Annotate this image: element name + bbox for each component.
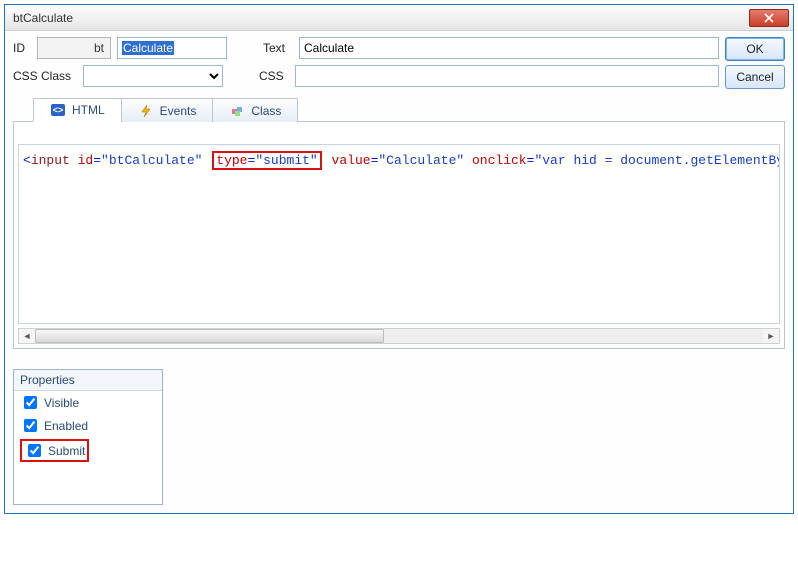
- tab-class[interactable]: Class: [212, 98, 298, 122]
- cssclass-select[interactable]: [83, 65, 223, 87]
- highlight-submit-property: Submit: [20, 439, 89, 462]
- submit-checkbox[interactable]: [28, 444, 41, 457]
- id-input-value: Calculate: [122, 41, 174, 55]
- css-label: CSS: [259, 69, 289, 83]
- properties-panel: Properties Visible Enabled Submit: [13, 369, 163, 505]
- code-area[interactable]: <input id="btCalculate" type="submit" va…: [18, 144, 780, 324]
- scroll-thumb[interactable]: [35, 329, 384, 343]
- property-visible: Visible: [14, 391, 162, 414]
- enabled-checkbox[interactable]: [24, 419, 37, 432]
- ok-button[interactable]: OK: [725, 37, 785, 61]
- lightning-icon: [138, 103, 154, 119]
- dialog: btCalculate ID bt Calculate Text CSS Cla: [4, 4, 794, 514]
- scroll-right-arrow[interactable]: ►: [763, 329, 779, 343]
- dialog-action-buttons: OK Cancel: [725, 37, 785, 89]
- class-icon: [229, 103, 245, 119]
- tab-class-label: Class: [251, 104, 281, 118]
- tab-content: <input id="btCalculate" type="submit" va…: [13, 122, 785, 349]
- id-label: ID: [13, 41, 31, 55]
- text-label: Text: [263, 41, 293, 55]
- window-title: btCalculate: [13, 11, 749, 25]
- tab-html[interactable]: <> HTML: [33, 98, 122, 122]
- property-enabled: Enabled: [14, 414, 162, 437]
- property-submit: Submit: [14, 437, 162, 464]
- tab-events-label: Events: [160, 104, 197, 118]
- properties-title: Properties: [14, 370, 162, 391]
- horizontal-scrollbar[interactable]: ◄ ►: [18, 328, 780, 344]
- code-line: <input id="btCalculate" type="submit" va…: [23, 153, 780, 168]
- scroll-track[interactable]: [35, 329, 763, 343]
- visible-checkbox[interactable]: [24, 396, 37, 409]
- close-button[interactable]: [749, 9, 789, 27]
- tab-html-label: HTML: [72, 103, 105, 117]
- titlebar: btCalculate: [5, 5, 793, 31]
- enabled-label: Enabled: [44, 419, 88, 433]
- submit-label: Submit: [48, 444, 85, 458]
- id-prefix-box: bt: [37, 37, 111, 59]
- dialog-body: ID bt Calculate Text CSS Class CSS: [5, 31, 793, 513]
- id-prefix-value: bt: [94, 41, 104, 55]
- tabs: <> HTML Events Class: [13, 97, 785, 122]
- highlight-type-submit: type="submit": [212, 151, 321, 170]
- row-id-text: ID bt Calculate Text: [13, 37, 719, 59]
- css-input[interactable]: [295, 65, 719, 87]
- text-input[interactable]: [299, 37, 719, 59]
- id-input[interactable]: Calculate: [117, 37, 227, 59]
- row-cssclass-css: CSS Class CSS: [13, 65, 719, 87]
- visible-label: Visible: [44, 396, 79, 410]
- cssclass-label: CSS Class: [13, 69, 77, 83]
- scroll-left-arrow[interactable]: ◄: [19, 329, 35, 343]
- properties-blank: [14, 464, 162, 504]
- cancel-button[interactable]: Cancel: [725, 65, 785, 89]
- tab-events[interactable]: Events: [121, 98, 214, 122]
- close-icon: [764, 13, 774, 23]
- html-icon: <>: [50, 102, 66, 118]
